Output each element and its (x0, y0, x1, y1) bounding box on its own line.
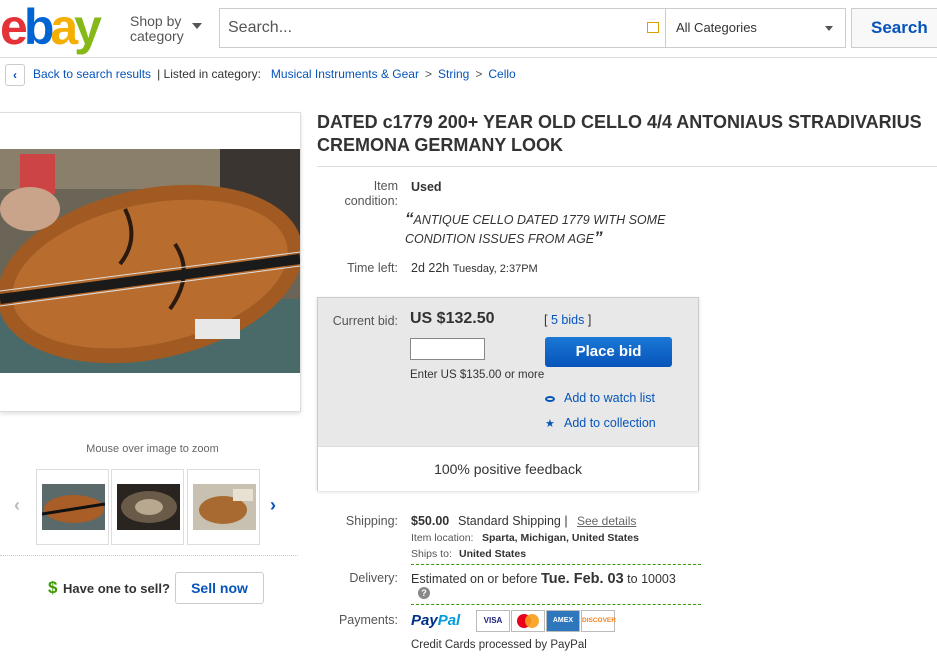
shipping-price: $50.00 (411, 514, 450, 528)
item-title-line1: DATED c1779 200+ YEAR OLD CELLO 4/4 ANTO… (317, 112, 922, 132)
category-select[interactable]: All Categories (665, 8, 846, 48)
end-time: Tuesday, 2:37PM (452, 263, 538, 275)
delivery-border-bottom (411, 604, 701, 605)
shop-by-category-button[interactable]: Shop by category (130, 14, 184, 44)
main-image-panel[interactable] (0, 112, 301, 412)
thumbnail-image (117, 484, 180, 530)
thumbnail-image (42, 484, 105, 530)
chevron-right-icon[interactable]: › (270, 495, 276, 516)
search-box (219, 8, 665, 48)
seller-note-line1: ANTIQUE CELLO DATED 1779 WITH SOME (413, 213, 666, 227)
credit-card-note: Credit Cards processed by PayPal (411, 639, 587, 651)
item-location-value: Sparta, Michigan, United States (482, 532, 639, 544)
bid-box: Current bid: US $132.50 [ 5 bids ] Place… (317, 297, 699, 491)
back-to-results-link[interactable]: Back to search results (33, 67, 151, 81)
have-one-label: Have one to sell? (63, 581, 170, 596)
divider (0, 555, 298, 556)
payments-label: Payments: (338, 613, 398, 627)
seller-feedback: 100% positive feedback (318, 446, 698, 491)
chevron-down-icon (825, 26, 833, 31)
bid-count: [ 5 bids ] (544, 313, 592, 327)
divider (317, 166, 937, 167)
condition-label: Item condition: (344, 179, 398, 208)
add-to-collection-link[interactable]: ★ Add to collection (545, 416, 656, 430)
current-bid-label: Current bid: (332, 314, 398, 328)
bid-amount-input[interactable] (410, 338, 485, 360)
bid-count-link[interactable]: 5 bids (551, 313, 584, 327)
amex-icon: AMEX (546, 610, 580, 632)
time-left-value: 2d 22h (411, 261, 450, 275)
open-quote: “ (405, 209, 414, 228)
visa-icon: VISA (476, 610, 510, 632)
search-input[interactable] (220, 9, 665, 47)
breadcrumb: ‹ Back to search results | Listed in categ… (5, 62, 516, 86)
time-left: 2d 22h Tuesday, 2:37PM (411, 261, 538, 275)
item-title-line2: CREMONA GERMANY LOOK (317, 135, 564, 155)
shop-by-line1: Shop by (130, 13, 182, 29)
place-bid-button[interactable]: Place bid (545, 337, 672, 367)
thumbnail-strip: ‹ › (0, 469, 300, 545)
site-header: ebay Shop by category All Categories Sea… (0, 0, 937, 58)
delivery-label: Delivery: (349, 571, 398, 585)
thumbnail-3[interactable] (187, 469, 260, 545)
condition-value: Used (411, 180, 442, 194)
listed-in-label: | Listed in category: (157, 67, 261, 81)
chevron-down-icon[interactable] (192, 23, 202, 29)
help-icon[interactable]: ? (418, 587, 430, 599)
mastercard-icon (511, 610, 545, 632)
seller-note-line2: CONDITION ISSUES FROM AGE (405, 232, 595, 246)
paypal-logo: PayPal (411, 612, 461, 629)
ships-to-value: United States (459, 548, 527, 560)
shipping-label: Shipping: (345, 514, 398, 528)
bid-minimum-hint: Enter US $135.00 or more (410, 369, 545, 381)
item-location-label: Item location: (411, 532, 474, 544)
category-select-value: All Categories (676, 20, 757, 35)
thumbnail-image (193, 484, 256, 530)
item-title: DATED c1779 200+ YEAR OLD CELLO 4/4 ANTO… (317, 111, 927, 157)
current-price: US $132.50 (410, 310, 495, 327)
eye-icon (545, 395, 555, 402)
shipping-type: Standard Shipping | (458, 514, 568, 528)
see-details-link[interactable]: See details (577, 514, 636, 528)
cello-photo[interactable] (0, 149, 300, 373)
dollar-icon: $ (48, 578, 58, 597)
close-quote: ” (594, 228, 603, 247)
shop-by-line2: category (130, 28, 184, 44)
delivery-border-top (411, 564, 701, 565)
add-to-watchlist-link[interactable]: Add to watch list (545, 391, 655, 405)
ships-to-label: Ships to: (411, 548, 452, 560)
chevron-left-icon[interactable]: ‹ (14, 495, 20, 516)
back-arrow-icon[interactable]: ‹ (5, 63, 25, 86)
ebay-logo[interactable]: ebay (0, 2, 102, 52)
delivery-date: Tue. Feb. 03 (540, 571, 624, 587)
delivery-estimate: Estimated on or before Tue. Feb. 03 to 1… (411, 571, 676, 587)
search-button[interactable]: Search (851, 8, 937, 48)
thumbnail-1[interactable] (36, 469, 109, 545)
zoom-hint: Mouse over image to zoom (86, 443, 219, 455)
crumb-separator: > (424, 67, 432, 81)
star-icon: ★ (545, 418, 555, 430)
edit-icon[interactable] (647, 22, 659, 33)
time-left-label: Time left: (347, 261, 398, 275)
crumb-string[interactable]: String (438, 67, 469, 81)
discover-icon: DISCOVER (581, 610, 616, 632)
seller-note: “ANTIQUE CELLO DATED 1779 WITH SOME COND… (405, 210, 695, 248)
crumb-separator: > (475, 67, 483, 81)
crumb-cello[interactable]: Cello (488, 67, 515, 81)
crumb-musical-instruments[interactable]: Musical Instruments & Gear (271, 67, 419, 81)
thumbnail-2[interactable] (111, 469, 184, 545)
sell-now-button[interactable]: Sell now (175, 572, 264, 604)
